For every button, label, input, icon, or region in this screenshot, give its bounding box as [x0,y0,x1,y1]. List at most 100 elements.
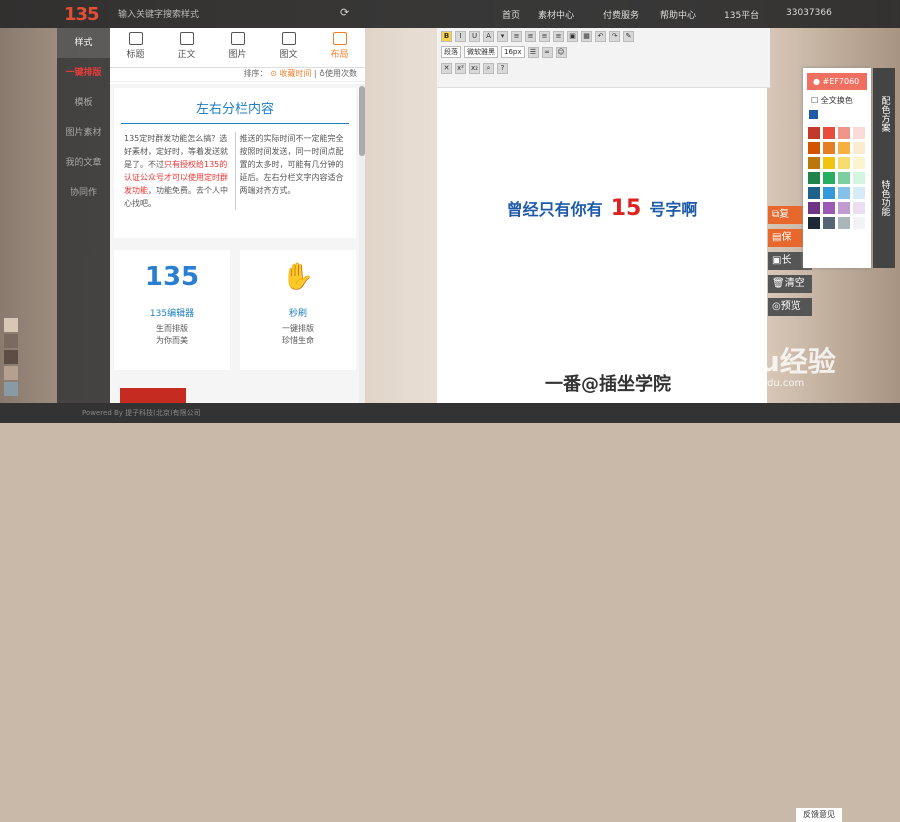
color-swatch[interactable] [838,202,850,214]
bold-button[interactable]: B [441,30,452,42]
color-swatch[interactable] [823,142,835,154]
color-swatch[interactable] [838,187,850,199]
color-swatch[interactable] [808,172,820,184]
color-swatch[interactable] [853,157,865,169]
color-swatch[interactable] [823,217,835,229]
editor-toolbar: B I U A ▾ ≡ ≡ ≡ ≡ ▣ ▦ ↶ ↷ ✎ 段落 微软雅黑 16px… [437,28,770,88]
watermark-logo: Baidu经验 [690,345,836,378]
italic-button[interactable]: I [455,30,466,42]
color-swatch[interactable] [853,202,865,214]
search-icon[interactable]: ⌕ [483,62,494,74]
nav-templates[interactable]: 模板 [57,88,110,118]
tab-body[interactable]: 正文 [161,28,212,67]
nav-platform[interactable]: 135平台 [724,8,759,21]
link-button[interactable]: ∞ [541,46,553,58]
color-swatch[interactable] [838,127,850,139]
underline-button[interactable]: U [469,30,480,42]
color-swatch[interactable] [823,202,835,214]
nav-user[interactable]: 33037366 [786,8,832,18]
feedback-button[interactable]: 反馈意见 [796,808,842,822]
color-swatch[interactable] [823,172,835,184]
tab-title[interactable]: 标题 [110,28,161,67]
color-swatch[interactable] [838,142,850,154]
nav-styles[interactable]: 样式 [57,28,110,58]
align-left-button[interactable]: ≡ [511,30,522,42]
table-button[interactable]: ▦ [581,30,592,42]
sort-use[interactable]: | ♁使用次数 [314,69,357,78]
tab-image[interactable]: 图片 [212,28,263,67]
tab-features[interactable]: 特色功能 [878,158,891,238]
search-input[interactable]: 输入关键字搜索样式 [118,7,358,21]
color-swatch[interactable] [853,187,865,199]
nav-my-articles[interactable]: 我的文章 [57,148,110,178]
help-icon[interactable]: ? [497,62,508,74]
color-swatch[interactable] [823,127,835,139]
swatch[interactable] [4,318,18,332]
refresh-icon[interactable]: ⟳ [340,6,349,19]
preview-button[interactable]: ◎预览 [768,298,812,316]
swatch[interactable] [4,366,18,380]
color-swatch[interactable] [853,217,865,229]
font-color-button[interactable]: A [483,30,494,42]
subscript-button[interactable]: x₂ [469,62,480,74]
style-card-red[interactable] [120,388,186,403]
color-swatch[interactable] [808,217,820,229]
sort-fav[interactable]: ⊙ 收藏时间 [270,69,311,78]
style-card-columns[interactable]: 左右分栏内容 135定时群发功能怎么搞？选好素材，定好时，等着发送就是了。不过只… [114,88,356,238]
brush-icon: ✋ [281,262,315,292]
brush-tool-button[interactable]: ✎ [623,30,634,42]
color-swatch[interactable] [853,127,865,139]
justify-button[interactable]: ≡ [553,30,564,42]
paragraph-select[interactable]: 段落 [441,46,461,58]
color-swatch[interactable] [808,127,820,139]
color-grid [803,123,871,233]
clear-button[interactable]: 🗑清空 [768,275,812,293]
color-swatch[interactable] [823,157,835,169]
color-swatch[interactable] [838,217,850,229]
color-swatch[interactable] [808,157,820,169]
undo-button[interactable]: ↶ [595,30,606,42]
nav-collab[interactable]: 协同作 [57,178,110,208]
swatch[interactable] [4,382,18,396]
swatch[interactable] [4,350,18,364]
color-swatch[interactable] [808,142,820,154]
tab-color-scheme[interactable]: 配色方案 [878,74,891,154]
highlight-button[interactable]: ▾ [497,30,508,42]
nav-one-click[interactable]: 一键排版 [57,58,110,88]
color-swatch[interactable] [853,142,865,154]
full-text-color-checkbox[interactable]: ☐ 全文换色 [811,95,871,106]
image-icon [230,32,245,45]
color-hex-input[interactable]: ● #EF7060 [807,73,867,90]
text-icon [179,32,194,45]
color-swatch[interactable] [808,202,820,214]
current-color [809,110,818,119]
scrollbar[interactable] [359,84,365,403]
redo-button[interactable]: ↷ [609,30,620,42]
headline-text[interactable]: 曾经只有你有 15 号字啊 [437,196,767,221]
color-swatch[interactable] [838,157,850,169]
style-card-brush[interactable]: ✋ 秒刷 一键排版 珍惜生命 [240,250,356,370]
color-swatch[interactable] [823,187,835,199]
size-select[interactable]: 16px [501,46,525,58]
emoji-button[interactable]: ☺ [555,46,567,58]
image-insert-button[interactable]: ▣ [567,30,578,42]
list-button[interactable]: ☰ [527,46,539,58]
style-card-135[interactable]: 135 135编辑器 生而排版 为你而美 [114,250,230,370]
color-swatch[interactable] [808,187,820,199]
nav-paid[interactable]: 付费服务 [603,8,639,21]
style-panel: 标题 正文 图片 图文 布局 排序： ⊙ 收藏时间 | ♁使用次数 左右分栏内容… [110,28,365,403]
nav-images[interactable]: 图片素材 [57,118,110,148]
clear-format-button[interactable]: ✕ [441,62,452,74]
nav-help[interactable]: 帮助中心 [660,8,696,21]
color-swatch[interactable] [853,172,865,184]
nav-materials[interactable]: 素材中心 [538,8,574,21]
superscript-button[interactable]: x² [455,62,466,74]
align-center-button[interactable]: ≡ [525,30,536,42]
swatch[interactable] [4,334,18,348]
nav-home[interactable]: 首页 [502,8,520,21]
font-select[interactable]: 微软雅黑 [464,46,498,58]
tab-layout[interactable]: 布局 [314,28,365,67]
align-right-button[interactable]: ≡ [539,30,550,42]
tab-image-text[interactable]: 图文 [263,28,314,67]
color-swatch[interactable] [838,172,850,184]
